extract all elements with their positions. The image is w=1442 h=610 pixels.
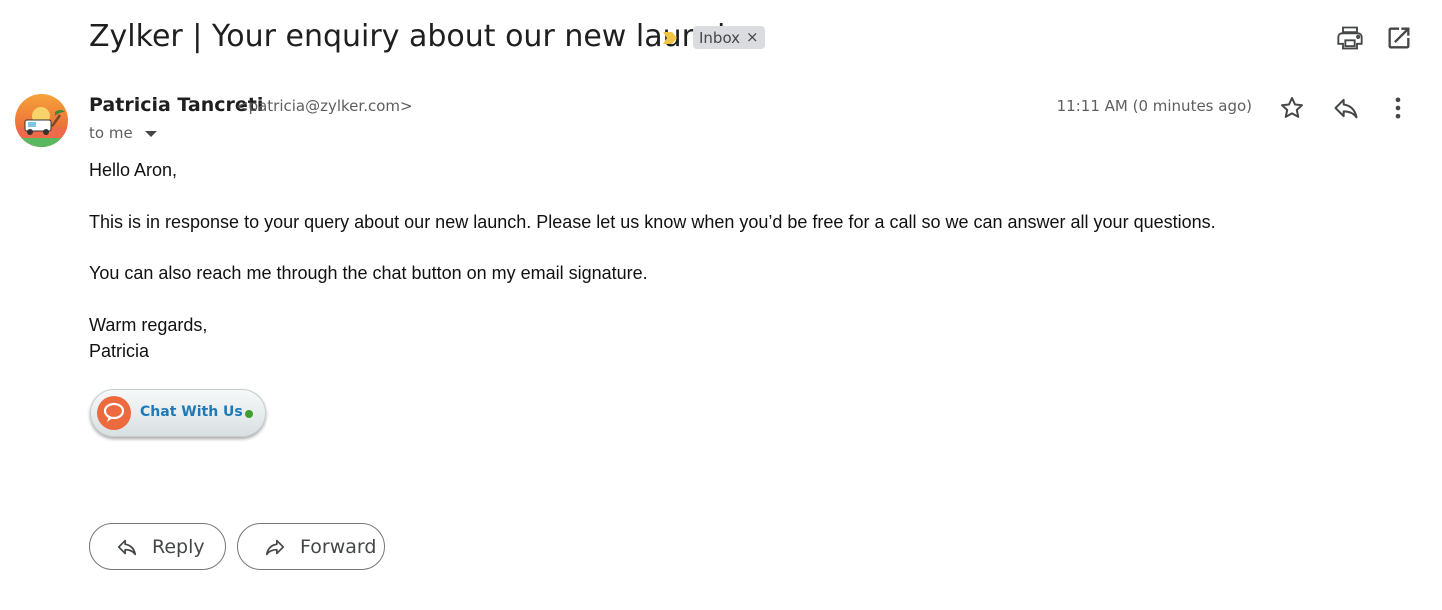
reply-button[interactable]: Reply xyxy=(89,523,226,570)
print-icon[interactable] xyxy=(1336,24,1364,52)
reply-icon[interactable] xyxy=(1332,94,1360,122)
chat-button-label: Chat With Us xyxy=(140,404,243,420)
importance-marker-icon[interactable] xyxy=(661,29,679,47)
chat-with-us-button[interactable]: Chat With Us xyxy=(90,389,266,437)
sender-avatar[interactable] xyxy=(15,94,68,147)
reply-button-label: Reply xyxy=(152,535,205,558)
label-chip-text: Inbox xyxy=(699,28,741,47)
reply-icon xyxy=(117,539,137,555)
body-paragraph-2: You can also reach me through the chat b… xyxy=(89,263,648,283)
body-closing: Warm regards, xyxy=(89,315,208,335)
email-subject: Zylker | Your enquiry about our new laun… xyxy=(89,19,737,54)
email-view: Zylker | Your enquiry about our new laun… xyxy=(0,0,1442,610)
message-timestamp: 11:11 AM (0 minutes ago) xyxy=(1056,97,1252,115)
chevron-down-icon xyxy=(144,131,157,137)
online-status-dot xyxy=(245,410,253,418)
body-greeting: Hello Aron, xyxy=(89,160,178,180)
body-paragraph-1: This is in response to your query about … xyxy=(89,212,1216,232)
remove-label-button[interactable]: × xyxy=(746,30,759,45)
forward-icon xyxy=(265,539,285,555)
label-chip-inbox: Inbox × xyxy=(693,26,765,49)
recipient-label: to me xyxy=(89,124,133,142)
open-in-new-icon[interactable] xyxy=(1385,24,1413,52)
forward-button-label: Forward xyxy=(300,535,377,558)
sender-email: <patricia@zylker.com> xyxy=(236,97,413,115)
forward-button[interactable]: Forward xyxy=(237,523,385,570)
more-vert-icon[interactable] xyxy=(1384,94,1412,122)
recipient-details-toggle[interactable]: to me xyxy=(89,124,157,142)
body-signature-name: Patricia xyxy=(89,341,150,361)
star-icon[interactable] xyxy=(1278,94,1306,122)
chat-bubble-icon xyxy=(97,396,131,430)
